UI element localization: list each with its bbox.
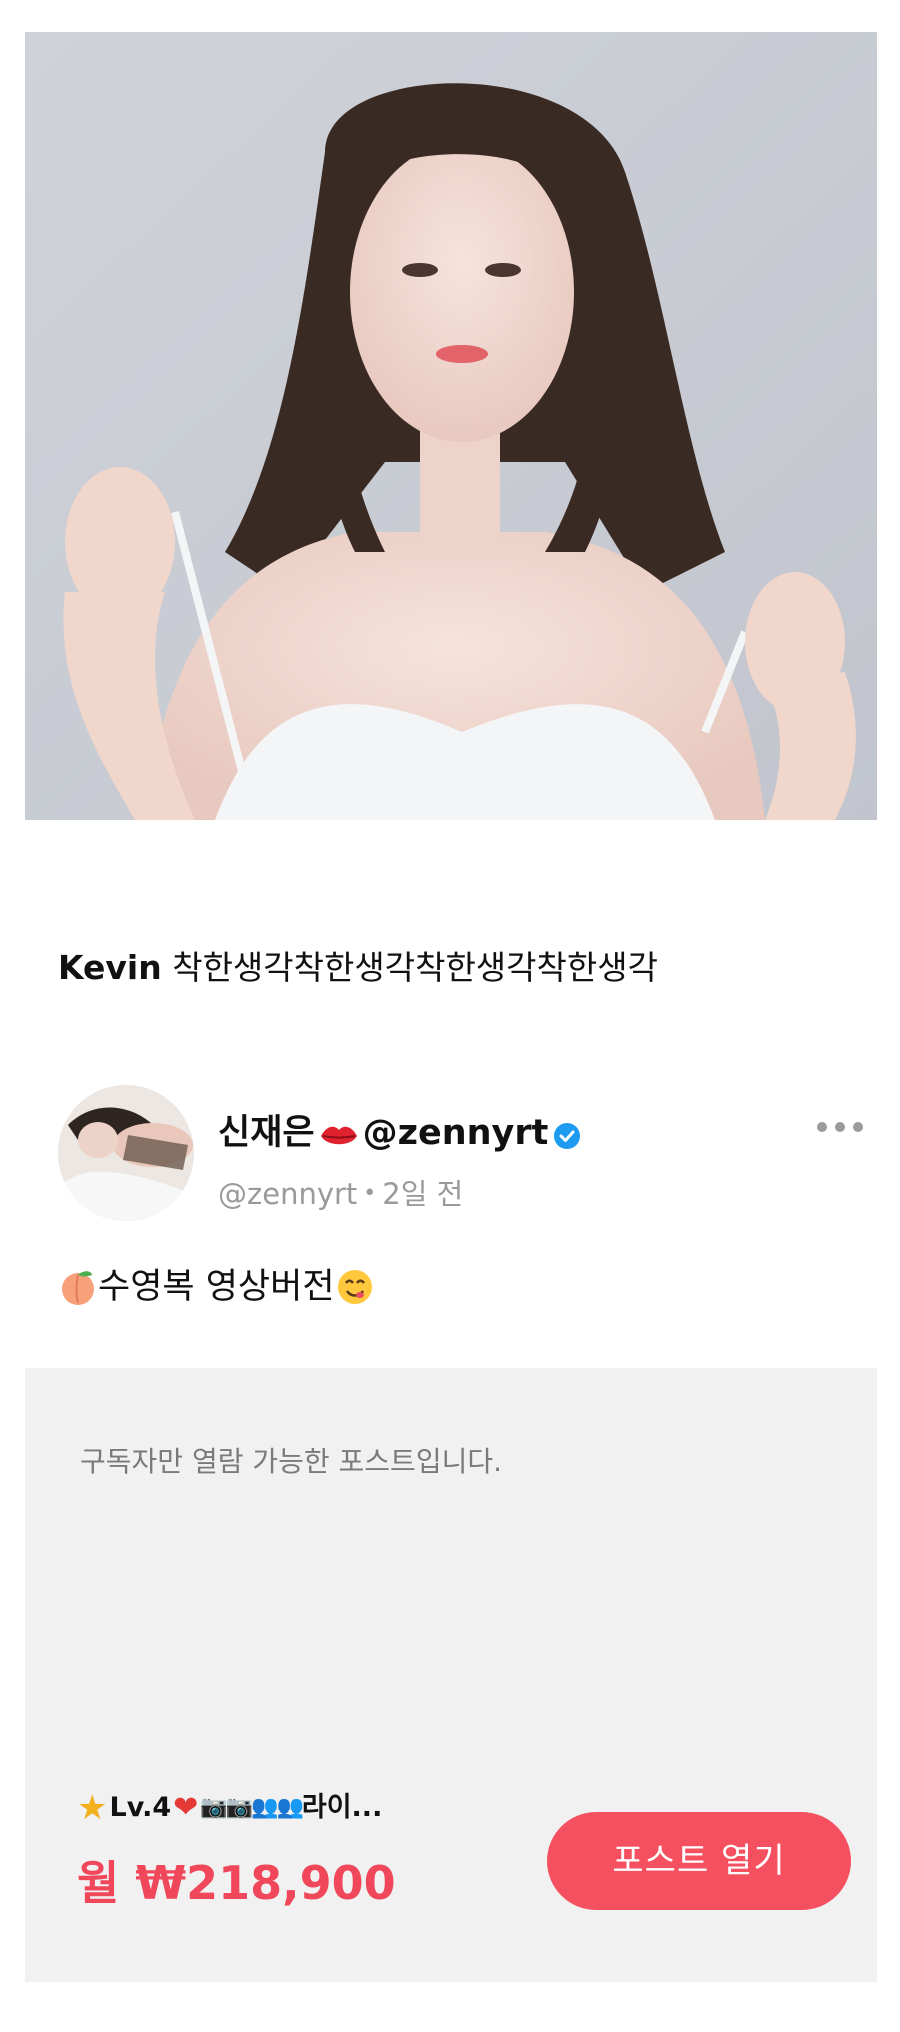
open-post-button[interactable]: 포스트 열기	[547, 1812, 851, 1910]
post-caption: Kevin 착한생각착한생각착한생각착한생각	[58, 946, 658, 990]
heart-icon: ❤	[173, 1790, 199, 1825]
hero-photo-illustration	[25, 32, 877, 820]
display-name[interactable]: 신재은 @zennyrt	[218, 1111, 582, 1155]
peach-icon	[58, 1267, 98, 1307]
display-name-handle: @zennyrt	[362, 1113, 549, 1153]
more-dot	[835, 1122, 845, 1132]
separator-dot: •	[363, 1181, 377, 1206]
yum-face-icon	[335, 1267, 375, 1307]
monthly-price: 월 ₩218,900	[77, 1856, 396, 1910]
avatar-photo	[58, 1085, 194, 1221]
more-dot	[853, 1122, 863, 1132]
hero-image	[25, 32, 877, 820]
post-text-body: 수영복 영상버전	[98, 1267, 335, 1307]
tier-suffix: 라이...	[301, 1792, 383, 1823]
more-dot	[817, 1122, 827, 1132]
display-name-text: 신재은	[218, 1113, 315, 1153]
more-options-icon[interactable]	[812, 1115, 868, 1139]
people-icon: 👥👥	[251, 1795, 304, 1820]
lips-icon	[319, 1118, 359, 1148]
camera-icon: 📷📷	[200, 1795, 253, 1820]
star-icon: ★	[77, 1788, 108, 1828]
tier-level: Lv.4	[109, 1792, 172, 1823]
caption-text: 착한생각착한생각착한생각착한생각	[172, 948, 658, 987]
membership-tier: ★ Lv.4 ❤ 📷📷 👥👥 라이...	[77, 1790, 382, 1826]
post-header: 신재은 @zennyrt @zennyrt • 2일 전	[58, 1085, 868, 1221]
locked-post-panel: 구독자만 열람 가능한 포스트입니다. ★ Lv.4 ❤ 📷📷 👥👥 라이...…	[25, 1368, 877, 1982]
caption-author[interactable]: Kevin	[58, 948, 162, 987]
avatar[interactable]	[58, 1085, 194, 1221]
post-handle: @zennyrt	[218, 1177, 358, 1211]
post-text: 수영복 영상버전	[58, 1264, 375, 1310]
post-meta: @zennyrt • 2일 전	[218, 1175, 463, 1213]
subscriber-only-note: 구독자만 열람 가능한 포스트입니다.	[80, 1445, 503, 1478]
post-time: 2일 전	[382, 1177, 464, 1211]
verified-badge-icon	[552, 1118, 582, 1149]
